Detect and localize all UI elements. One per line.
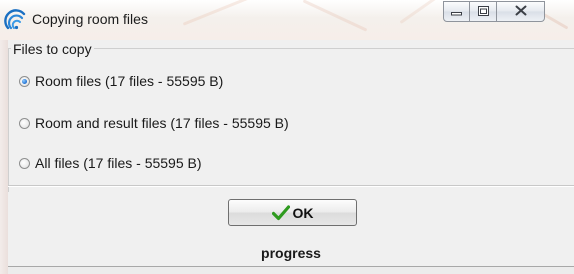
title-bar-decoration bbox=[182, 0, 268, 26]
progress-area bbox=[8, 266, 574, 274]
radio-button[interactable] bbox=[19, 157, 30, 169]
minimize-button[interactable] bbox=[443, 1, 470, 22]
separator bbox=[8, 185, 574, 187]
minimize-icon bbox=[451, 3, 462, 21]
ok-button[interactable]: OK bbox=[228, 199, 357, 226]
maximize-button[interactable] bbox=[470, 1, 497, 22]
progress-label: progress bbox=[261, 245, 321, 261]
radio-room-files[interactable]: Room files (17 files - 55595 B) bbox=[19, 73, 223, 89]
title-bar-decoration bbox=[302, 0, 368, 32]
title-bar[interactable]: Copying room files bbox=[0, 0, 574, 40]
radio-all-files[interactable]: All files (17 files - 55595 B) bbox=[19, 155, 202, 171]
dialog-body: Files to copy Room files (17 files - 555… bbox=[8, 40, 574, 274]
close-icon bbox=[515, 3, 527, 21]
checkmark-icon bbox=[271, 204, 290, 221]
radio-label: All files (17 files - 55595 B) bbox=[35, 155, 202, 171]
radio-room-and-result-files[interactable]: Room and result files (17 files - 55595 … bbox=[19, 115, 289, 131]
radio-label: Room files (17 files - 55595 B) bbox=[35, 73, 224, 89]
radio-label: Room and result files (17 files - 55595 … bbox=[35, 115, 289, 131]
ok-button-label: OK bbox=[292, 204, 314, 221]
close-button[interactable] bbox=[497, 1, 545, 22]
window-title: Copying room files bbox=[32, 11, 148, 27]
caption-buttons bbox=[443, 1, 545, 23]
app-logo-icon bbox=[4, 8, 28, 32]
radio-button[interactable] bbox=[19, 117, 30, 129]
radio-button[interactable] bbox=[19, 75, 30, 87]
maximize-icon bbox=[477, 3, 489, 21]
window-frame-edge bbox=[0, 40, 8, 274]
copy-dialog-window: Copying room files Files to copy Room fi… bbox=[0, 0, 574, 274]
files-to-copy-group: Files to copy Room files (17 files - 555… bbox=[8, 40, 574, 192]
group-legend: Files to copy bbox=[11, 40, 94, 58]
